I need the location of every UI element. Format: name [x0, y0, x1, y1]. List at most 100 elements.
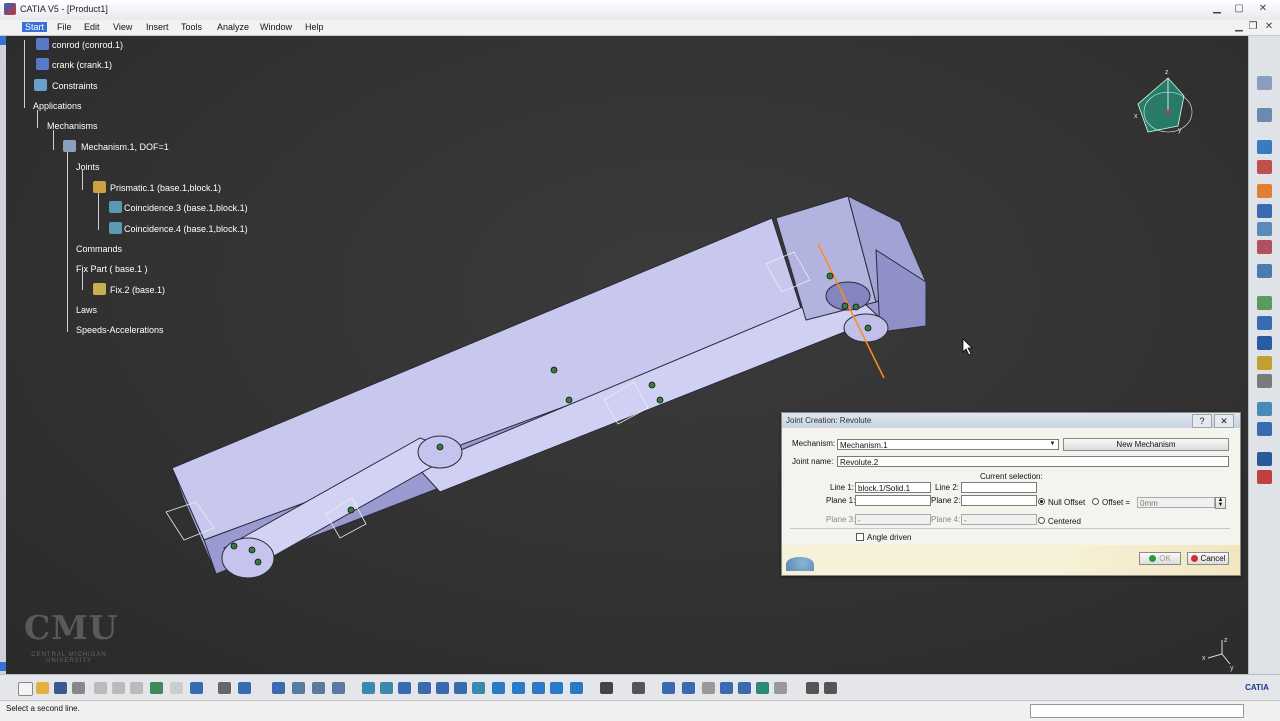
explode-icon[interactable] — [702, 682, 715, 694]
null-offset-radio[interactable] — [1038, 498, 1045, 505]
offset-radio[interactable] — [1092, 498, 1099, 505]
revolute-joint-icon[interactable] — [1257, 184, 1272, 198]
menu-analyze[interactable]: Analyze — [214, 22, 252, 32]
doc-minimize-icon[interactable]: ▁ — [1232, 20, 1246, 34]
screw-joint-icon[interactable] — [1257, 240, 1272, 254]
formula-icon[interactable] — [218, 682, 231, 694]
trace-icon[interactable] — [1257, 422, 1272, 436]
mechanism-analysis-icon[interactable] — [1257, 108, 1272, 122]
clash-detect-icon[interactable] — [720, 682, 733, 694]
menu-help[interactable]: Help — [302, 22, 327, 32]
menu-insert[interactable]: Insert — [143, 22, 172, 32]
cut-icon[interactable] — [94, 682, 107, 694]
menu-file[interactable]: File — [54, 22, 75, 32]
shading-icon[interactable] — [512, 682, 525, 694]
menu-view[interactable]: View — [110, 22, 135, 32]
tree-item-speeds-accelerations[interactable]: Speeds-Accelerations — [76, 325, 164, 335]
rotate-icon[interactable] — [418, 682, 431, 694]
assembly-constraints-icon[interactable] — [1257, 296, 1272, 310]
offset-spinner[interactable]: ▲ ▼ — [1215, 497, 1226, 509]
copy-icon[interactable] — [112, 682, 125, 694]
simulation-icon[interactable] — [1257, 140, 1272, 154]
cancel-button[interactable]: Cancel — [1187, 552, 1229, 565]
sensor-icon[interactable] — [1257, 356, 1272, 370]
line1-field[interactable]: block.1/Solid.1 — [855, 482, 931, 493]
dof-icon[interactable] — [1257, 374, 1272, 388]
scene-icon[interactable] — [756, 682, 769, 694]
tree-item-coincidence-3[interactable]: Coincidence.3 (base.1,block.1) — [124, 203, 248, 213]
joint-name-field[interactable]: Revolute.2 — [837, 456, 1229, 467]
tree-item-conrod[interactable]: conrod (conrod.1) — [52, 40, 123, 50]
simulation-law-icon[interactable] — [1257, 160, 1272, 174]
tree-item-fix-2[interactable]: Fix.2 (base.1) — [110, 285, 165, 295]
plane1-field[interactable] — [855, 495, 931, 506]
measure-icon[interactable] — [600, 682, 613, 694]
iso-view-icon[interactable] — [492, 682, 505, 694]
mechanism-geometry[interactable]: x y z z x y — [6, 36, 1248, 674]
product-icon[interactable] — [292, 682, 305, 694]
menu-tools[interactable]: Tools — [178, 22, 205, 32]
chevron-down-icon[interactable]: ▼ — [1048, 440, 1057, 449]
save-icon[interactable] — [54, 682, 67, 694]
maximize-icon[interactable]: ▢ — [1232, 2, 1246, 16]
annotation-icon[interactable] — [774, 682, 787, 694]
zoom-in-icon[interactable] — [436, 682, 449, 694]
render-icon[interactable] — [570, 682, 583, 694]
distance-icon[interactable] — [1257, 336, 1272, 350]
dialog-help-button[interactable]: ? — [1192, 414, 1212, 428]
hide-show-icon[interactable] — [532, 682, 545, 694]
tree-item-joints[interactable]: Joints — [76, 162, 100, 172]
new-document-icon[interactable] — [18, 682, 33, 696]
camera-icon[interactable] — [632, 682, 645, 694]
component-icon[interactable] — [312, 682, 325, 694]
offset-field[interactable]: 0mm — [1137, 497, 1215, 508]
doc-close-icon[interactable]: ✕ — [1262, 20, 1276, 34]
open-icon[interactable] — [36, 682, 49, 694]
plane4-field[interactable]: - — [961, 514, 1037, 525]
tree-item-constraints[interactable]: Constraints — [52, 81, 98, 91]
select-icon[interactable] — [1257, 76, 1272, 90]
update-icon[interactable] — [824, 682, 837, 694]
fly-mode-icon[interactable] — [362, 682, 375, 694]
centered-radio[interactable] — [1038, 517, 1045, 524]
manipulation-icon[interactable] — [682, 682, 695, 694]
mechanism-select[interactable]: Mechanism.1 ▼ — [837, 439, 1059, 450]
menu-window[interactable]: Window — [257, 22, 295, 32]
compass-snap-icon[interactable] — [662, 682, 675, 694]
minimize-icon[interactable]: ▁ — [1210, 2, 1224, 16]
tree-item-prismatic-1[interactable]: Prismatic.1 (base.1,block.1) — [110, 183, 221, 193]
tree-item-commands[interactable]: Commands — [76, 244, 122, 254]
paste-icon[interactable] — [130, 682, 143, 694]
whats-this-icon[interactable] — [190, 682, 203, 694]
cylindrical-joint-icon[interactable] — [1257, 222, 1272, 236]
catia-app-icon[interactable] — [4, 3, 16, 15]
menu-start[interactable]: Start — [22, 22, 48, 32]
pan-icon[interactable] — [398, 682, 411, 694]
fixed-part-icon[interactable] — [1257, 264, 1272, 278]
fit-all-icon[interactable] — [380, 682, 393, 694]
swap-space-icon[interactable] — [550, 682, 563, 694]
tree-reorder-icon[interactable] — [332, 682, 345, 694]
plane3-field[interactable]: - — [855, 514, 931, 525]
tree-item-coincidence-4[interactable]: Coincidence.4 (base.1,block.1) — [124, 224, 248, 234]
prismatic-joint-icon-btn[interactable] — [1257, 204, 1272, 218]
line2-field[interactable] — [961, 482, 1037, 493]
tree-item-crank[interactable]: crank (crank.1) — [52, 60, 112, 70]
tree-item-laws[interactable]: Laws — [76, 305, 97, 315]
clash-icon[interactable] — [1257, 452, 1272, 466]
tree-item-mechanisms[interactable]: Mechanisms — [47, 121, 98, 131]
comment-icon[interactable] — [238, 682, 251, 694]
doc-restore-icon[interactable]: ❐ — [1246, 20, 1260, 34]
zoom-out-icon[interactable] — [454, 682, 467, 694]
speed-acceleration-icon[interactable] — [1257, 316, 1272, 330]
normal-view-icon[interactable] — [472, 682, 485, 694]
section-icon[interactable] — [738, 682, 751, 694]
constraint-tool-icon[interactable] — [806, 682, 819, 694]
close-icon[interactable]: ✕ — [1256, 2, 1270, 16]
3d-viewport[interactable]: x y z z x y conrod (conrod.1) crank (cra… — [6, 36, 1248, 674]
plane2-field[interactable] — [961, 495, 1037, 506]
menu-edit[interactable]: Edit — [81, 22, 103, 32]
tree-item-mechanism-1[interactable]: Mechanism.1, DOF=1 — [81, 142, 169, 152]
swept-volume-icon[interactable] — [1257, 402, 1272, 416]
tree-item-applications[interactable]: Applications — [33, 101, 82, 111]
